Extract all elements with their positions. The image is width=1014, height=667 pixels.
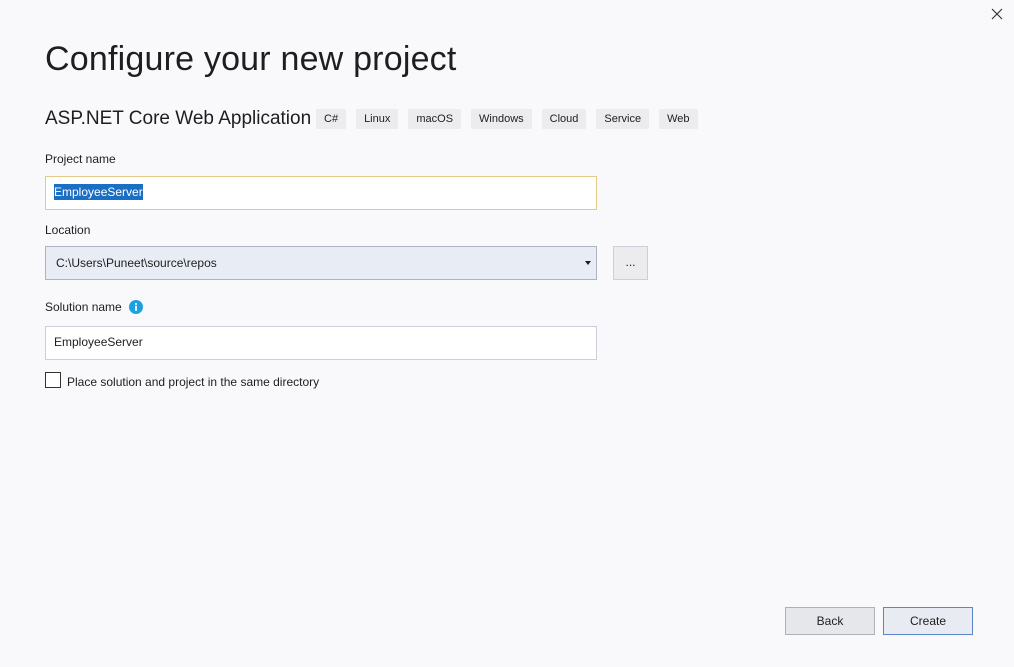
location-dropdown[interactable]: C:\Users\Puneet\source\repos — [45, 246, 597, 280]
project-name-field[interactable]: EmployeeServer — [45, 176, 597, 210]
tag-web: Web — [659, 109, 698, 129]
template-tags: C# Linux macOS Windows Cloud Service Web — [316, 109, 698, 129]
close-icon — [991, 8, 1003, 20]
solution-name-label: Solution name — [45, 300, 122, 314]
location-value: C:\Users\Puneet\source\repos — [56, 256, 217, 270]
browse-button[interactable]: ... — [613, 246, 648, 280]
project-name-label: Project name — [45, 152, 116, 166]
tag-csharp: C# — [316, 109, 347, 129]
location-label: Location — [45, 223, 91, 237]
solution-name-value: EmployeeServer — [54, 335, 143, 349]
info-icon[interactable] — [129, 300, 143, 314]
close-button[interactable] — [988, 5, 1006, 23]
tag-linux: Linux — [356, 109, 399, 129]
tag-service: Service — [596, 109, 650, 129]
tag-cloud: Cloud — [541, 109, 587, 129]
same-directory-checkbox[interactable] — [45, 372, 61, 388]
back-button[interactable]: Back — [785, 607, 875, 635]
create-button[interactable]: Create — [883, 607, 973, 635]
page-title: Configure your new project — [45, 40, 457, 78]
project-name-value: EmployeeServer — [54, 184, 143, 200]
template-name: ASP.NET Core Web Application — [45, 108, 312, 129]
tag-macos: macOS — [408, 109, 462, 129]
chevron-down-icon[interactable] — [585, 261, 591, 265]
solution-name-field[interactable]: EmployeeServer — [45, 326, 597, 360]
tag-windows: Windows — [471, 109, 532, 129]
same-directory-label[interactable]: Place solution and project in the same d… — [67, 375, 319, 389]
